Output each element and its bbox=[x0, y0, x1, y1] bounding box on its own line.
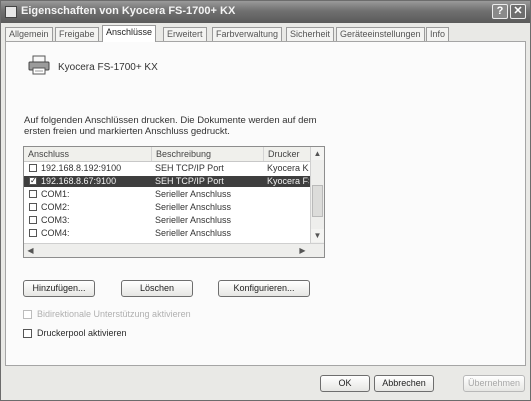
configure-port-button[interactable]: Konfigurieren... bbox=[218, 280, 310, 297]
column-header-port[interactable]: Anschluss bbox=[24, 147, 152, 161]
port-printer bbox=[267, 202, 309, 213]
ports-instruction: Auf folgenden Anschlüssen drucken. Die D… bbox=[24, 115, 317, 137]
checkbox-box bbox=[23, 310, 32, 319]
help-icon[interactable]: ? bbox=[492, 4, 508, 19]
scroll-right-icon[interactable]: ▶ bbox=[296, 244, 309, 257]
port-printer bbox=[267, 228, 309, 239]
port-description: SEH TCP/IP Port bbox=[155, 176, 224, 186]
tab-allgemein[interactable]: Allgemein bbox=[5, 27, 53, 41]
port-checkbox[interactable] bbox=[29, 216, 37, 224]
table-row[interactable]: COM3: Serieller Anschluss bbox=[24, 215, 310, 226]
ports-tab-panel: Kyocera FS-1700+ KX Auf folgenden Anschl… bbox=[5, 41, 526, 366]
port-checkbox[interactable] bbox=[29, 190, 37, 198]
port-description: Serieller Anschluss bbox=[155, 202, 232, 212]
port-printer bbox=[267, 189, 309, 200]
checkbox-box bbox=[23, 329, 32, 338]
table-row[interactable]: 192.168.8.192:9100 SEH TCP/IP Port Kyocera… bbox=[24, 163, 310, 174]
table-row[interactable]: COM1: Serieller Anschluss bbox=[24, 189, 310, 200]
add-port-button[interactable]: Hinzufügen... bbox=[23, 280, 95, 297]
tab-anschluesse[interactable]: Anschlüsse bbox=[102, 25, 157, 42]
tab-strip: Allgemein Freigabe Anschlüsse Erweitert … bbox=[5, 25, 525, 42]
tab-info[interactable]: Info bbox=[426, 27, 450, 41]
port-printer: Kyocera FS bbox=[267, 176, 309, 186]
horizontal-scrollbar[interactable]: ◀ ▶ bbox=[24, 243, 324, 257]
column-header-description[interactable]: Beschreibung bbox=[152, 147, 264, 161]
ok-button[interactable]: OK bbox=[320, 375, 370, 392]
port-name: COM2: bbox=[41, 202, 70, 212]
cancel-button[interactable]: Abbrechen bbox=[374, 375, 434, 392]
table-row[interactable]: COM4: Serieller Anschluss bbox=[24, 228, 310, 239]
printer-name: Kyocera FS-1700+ KX bbox=[58, 62, 158, 73]
scroll-down-icon[interactable]: ▼ bbox=[311, 229, 324, 242]
list-header: Anschluss Beschreibung Drucker bbox=[24, 147, 310, 162]
title-bar: Eigenschaften von Kyocera FS-1700+ KX ? … bbox=[1, 1, 530, 23]
tab-geraeteeinstellungen[interactable]: Geräteeinstellungen bbox=[336, 27, 425, 41]
column-header-printer[interactable]: Drucker bbox=[264, 147, 310, 161]
port-description: SEH TCP/IP Port bbox=[155, 163, 224, 173]
port-checkbox[interactable] bbox=[29, 229, 37, 237]
table-row[interactable]: ✓ 192.168.8.67:9100 SEH TCP/IP Port Kyocera… bbox=[24, 176, 310, 187]
scroll-up-icon[interactable]: ▲ bbox=[311, 147, 324, 160]
port-name: COM1: bbox=[41, 189, 70, 199]
port-name: 192.168.8.192:9100 bbox=[41, 163, 122, 173]
tab-farbverwaltung[interactable]: Farbverwaltung bbox=[212, 27, 283, 41]
scroll-thumb[interactable] bbox=[312, 185, 323, 217]
port-description: Serieller Anschluss bbox=[155, 189, 232, 199]
delete-port-button[interactable]: Löschen bbox=[121, 280, 193, 297]
port-description: Serieller Anschluss bbox=[155, 228, 232, 238]
close-icon[interactable]: ✕ bbox=[510, 4, 526, 19]
port-printer: Kyocera KX bbox=[267, 163, 309, 173]
port-name: COM3: bbox=[41, 215, 70, 225]
port-name: 192.168.8.67:9100 bbox=[41, 176, 117, 186]
printer-small-icon bbox=[5, 6, 17, 18]
ports-list[interactable]: Anschluss Beschreibung Drucker 192.168.8… bbox=[23, 146, 325, 258]
tab-freigabe[interactable]: Freigabe bbox=[55, 27, 99, 41]
port-name: COM4: bbox=[41, 228, 70, 238]
apply-button[interactable]: Übernehmen bbox=[463, 375, 525, 392]
port-checkbox[interactable]: ✓ bbox=[29, 177, 37, 185]
table-row[interactable]: COM2: Serieller Anschluss bbox=[24, 202, 310, 213]
scroll-left-icon[interactable]: ◀ bbox=[24, 244, 37, 257]
tab-erweitert[interactable]: Erweitert bbox=[163, 27, 207, 41]
vertical-scrollbar[interactable]: ▲ ▼ bbox=[310, 147, 324, 243]
bidirectional-support-label: Bidirektionale Unterstützung aktivieren bbox=[37, 309, 191, 319]
port-checkbox[interactable] bbox=[29, 164, 37, 172]
printer-properties-dialog: Eigenschaften von Kyocera FS-1700+ KX ? … bbox=[0, 0, 531, 401]
port-description: Serieller Anschluss bbox=[155, 215, 232, 225]
printer-icon bbox=[28, 55, 50, 75]
printer-pool-label: Druckerpool aktivieren bbox=[37, 328, 127, 338]
window-title: Eigenschaften von Kyocera FS-1700+ KX bbox=[21, 5, 236, 17]
port-checkbox[interactable] bbox=[29, 203, 37, 211]
tab-sicherheit[interactable]: Sicherheit bbox=[286, 27, 335, 41]
port-printer bbox=[267, 215, 309, 226]
